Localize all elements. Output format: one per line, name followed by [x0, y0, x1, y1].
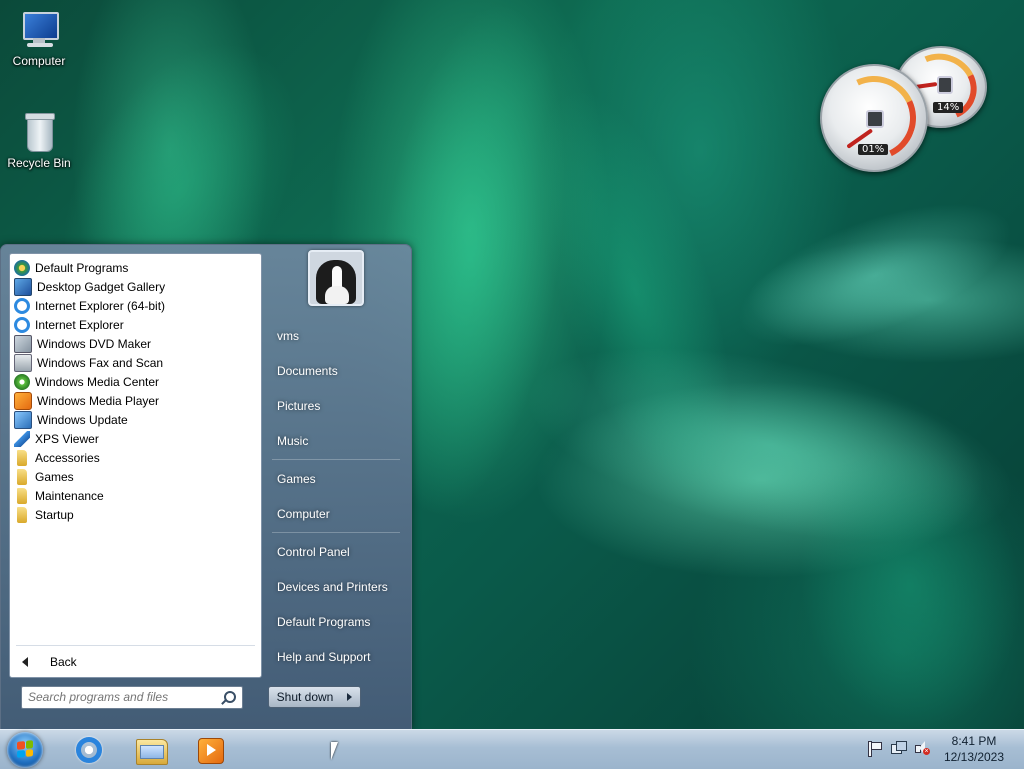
- program-windows-dvd-maker[interactable]: Windows DVD Maker: [10, 334, 261, 353]
- media-player-icon: [14, 391, 32, 410]
- action-center-flag-icon[interactable]: [866, 740, 882, 757]
- program-folder-startup[interactable]: Startup: [10, 505, 261, 524]
- cpu-readout: 01%: [858, 144, 889, 155]
- desktop-icon-computer[interactable]: Computer: [4, 10, 74, 68]
- dvd-maker-icon: [14, 334, 32, 353]
- memory-chip-icon: [937, 76, 953, 94]
- program-windows-media-center[interactable]: Windows Media Center: [10, 372, 261, 391]
- programs-pane: Default Programs Desktop Gadget Gallery …: [9, 253, 262, 678]
- taskbar-internet-explorer[interactable]: [70, 733, 110, 767]
- divider: [16, 645, 255, 646]
- start-menu-links: vms Documents Pictures Music Games Compu…: [262, 245, 410, 729]
- back-button[interactable]: Back: [10, 652, 259, 672]
- link-pictures[interactable]: Pictures: [277, 399, 320, 413]
- start-menu: Default Programs Desktop Gadget Gallery …: [0, 244, 412, 730]
- internet-explorer-icon: [76, 737, 102, 763]
- user-avatar[interactable]: [308, 250, 364, 306]
- divider: [272, 459, 400, 460]
- link-user-folder[interactable]: vms: [277, 329, 299, 343]
- folder-icon: [17, 506, 27, 523]
- desktop-icon-label: Computer: [12, 54, 66, 68]
- shutdown-options-button[interactable]: [340, 686, 361, 708]
- start-button[interactable]: [7, 732, 43, 768]
- link-music[interactable]: Music: [277, 434, 308, 448]
- default-programs-icon: [14, 259, 30, 276]
- xps-viewer-icon: [14, 430, 30, 447]
- link-games[interactable]: Games: [277, 472, 316, 486]
- search-input[interactable]: [28, 689, 218, 705]
- clock-time: 8:41 PM: [951, 734, 997, 748]
- gadget-gallery-icon: [14, 277, 32, 296]
- fax-scan-icon: [14, 353, 32, 372]
- taskbar-windows-explorer[interactable]: [130, 733, 170, 767]
- program-internet-explorer[interactable]: Internet Explorer: [10, 315, 261, 334]
- program-xps-viewer[interactable]: XPS Viewer: [10, 429, 261, 448]
- link-default-programs[interactable]: Default Programs: [277, 615, 370, 629]
- divider: [272, 532, 400, 533]
- memory-readout: 14%: [933, 102, 964, 113]
- program-windows-fax-scan[interactable]: Windows Fax and Scan: [10, 353, 261, 372]
- shutdown-button[interactable]: Shut down: [268, 686, 342, 708]
- clock-date: 12/13/2023: [943, 750, 1005, 764]
- desktop-icon-label: Recycle Bin: [7, 156, 71, 170]
- link-control-panel[interactable]: Control Panel: [277, 545, 350, 559]
- folder-icon: [17, 449, 27, 466]
- program-folder-games[interactable]: Games: [10, 467, 261, 486]
- volume-muted-icon[interactable]: ×: [914, 740, 930, 756]
- program-windows-media-player[interactable]: Windows Media Player: [10, 391, 261, 410]
- program-default-programs[interactable]: Default Programs: [10, 258, 261, 277]
- taskbar-media-player[interactable]: [190, 733, 230, 767]
- folder-icon: [17, 468, 27, 485]
- program-folder-accessories[interactable]: Accessories: [10, 448, 261, 467]
- search-box[interactable]: [21, 686, 243, 709]
- program-folder-maintenance[interactable]: Maintenance: [10, 486, 261, 505]
- desktop-icon-recycle-bin[interactable]: Recycle Bin: [4, 112, 74, 170]
- computer-icon: [19, 10, 59, 52]
- link-help-support[interactable]: Help and Support: [277, 650, 370, 664]
- internet-explorer-icon: [14, 297, 30, 314]
- windows-logo-icon: [17, 740, 33, 758]
- wallpaper-leaf: [719, 173, 1024, 377]
- link-documents[interactable]: Documents: [277, 364, 338, 378]
- program-internet-explorer-64[interactable]: Internet Explorer (64-bit): [10, 296, 261, 315]
- media-center-icon: [14, 373, 30, 390]
- link-computer[interactable]: Computer: [277, 507, 330, 521]
- program-desktop-gadget-gallery[interactable]: Desktop Gadget Gallery: [10, 277, 261, 296]
- link-devices-printers[interactable]: Devices and Printers: [277, 580, 388, 594]
- mouse-cursor: [331, 742, 338, 760]
- system-clock[interactable]: 8:41 PM 12/13/2023: [938, 733, 1010, 765]
- cpu-chip-icon: [866, 110, 884, 128]
- windows-update-icon: [14, 410, 32, 429]
- program-windows-update[interactable]: Windows Update: [10, 410, 261, 429]
- cpu-gauge[interactable]: 01%: [820, 64, 928, 172]
- folder-icon: [17, 487, 27, 504]
- network-icon[interactable]: [890, 740, 907, 756]
- programs-list: Default Programs Desktop Gadget Gallery …: [10, 254, 261, 524]
- recycle-bin-icon: [19, 112, 59, 154]
- search-icon[interactable]: [224, 691, 236, 703]
- internet-explorer-icon: [14, 316, 30, 333]
- back-arrow-icon: [22, 657, 28, 667]
